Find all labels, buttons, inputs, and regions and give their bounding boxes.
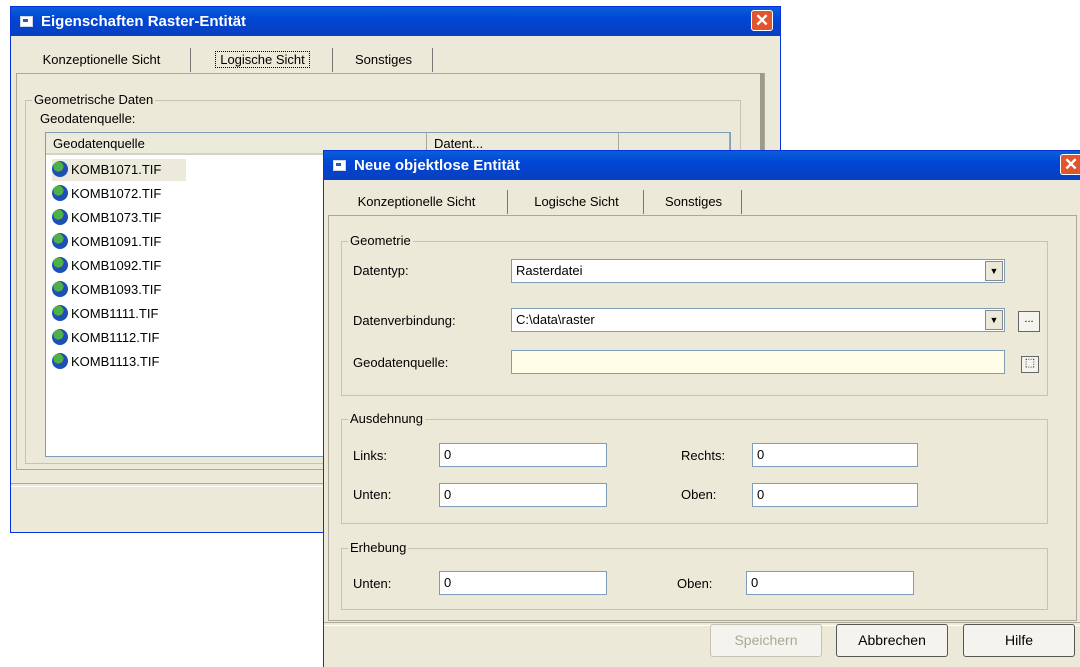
links-input[interactable]: 0 (439, 443, 607, 467)
geodatenquelle-label: Geodatenquelle: (40, 111, 136, 126)
globe-icon (52, 161, 68, 177)
list-item-label: KOMB1113.TIF (71, 354, 160, 369)
erhebung-oben-input[interactable]: 0 (746, 571, 914, 595)
datenverbindung-label: Datenverbindung: (353, 313, 456, 328)
list-item[interactable]: KOMB1073.TIF (52, 207, 161, 229)
list-item-label: KOMB1091.TIF (71, 234, 162, 249)
select-area-icon[interactable]: ⬚ (1021, 356, 1039, 373)
tab-logische-sicht[interactable]: Logische Sicht (510, 190, 644, 214)
erhebung-oben-label: Oben: (677, 576, 713, 591)
close-icon[interactable]: ✕ (751, 10, 773, 31)
oben-input[interactable]: 0 (752, 483, 918, 507)
list-item[interactable]: KOMB1072.TIF (52, 183, 161, 205)
datenverbindung-value: C:\data\raster (516, 312, 595, 327)
erhebung-legend: Erhebung (348, 540, 409, 555)
list-item-label: KOMB1093.TIF (71, 282, 162, 297)
list-item-label: KOMB1073.TIF (71, 210, 162, 225)
back-window-title: Eigenschaften Raster-Entität (41, 13, 247, 30)
list-item-label: KOMB1112.TIF (71, 330, 160, 345)
geometrische-daten-legend: Geometrische Daten (32, 92, 156, 107)
list-item[interactable]: KOMB1091.TIF (52, 231, 161, 253)
list-item[interactable]: KOMB1093.TIF (52, 279, 161, 301)
window-icon (20, 16, 33, 27)
browse-button[interactable]: ... (1018, 311, 1040, 332)
cancel-button[interactable]: Abbrechen (836, 624, 948, 657)
close-icon[interactable]: ✕ (1060, 154, 1080, 175)
datentyp-value: Rasterdatei (516, 263, 583, 278)
globe-icon (52, 353, 68, 369)
globe-icon (52, 185, 68, 201)
globe-icon (52, 281, 68, 297)
geodatenquelle-label: Geodatenquelle: (353, 355, 449, 370)
oben-label: Oben: (681, 487, 717, 502)
ausdehnung-group: Ausdehnung (341, 411, 1048, 524)
list-item[interactable]: KOMB1113.TIF (52, 351, 159, 373)
erhebung-unten-input[interactable]: 0 (439, 571, 607, 595)
list-item[interactable]: KOMB1071.TIF (52, 159, 186, 181)
globe-icon (52, 209, 68, 225)
window-icon (333, 160, 346, 171)
globe-icon (52, 305, 68, 321)
tab-konzeptionelle-sicht[interactable]: Konzeptionelle Sicht (13, 48, 191, 72)
save-button[interactable]: Speichern (710, 624, 822, 657)
geodatenquelle-input[interactable] (511, 350, 1005, 374)
chevron-down-icon[interactable]: ▼ (985, 261, 1003, 281)
datentyp-select[interactable]: Rasterdatei ▼ (511, 259, 1005, 283)
tab-logische-sicht-label: Logische Sicht (215, 51, 310, 68)
tab-konzeptionelle-sicht[interactable]: Konzeptionelle Sicht (326, 190, 508, 214)
list-item-label: KOMB1072.TIF (71, 186, 162, 201)
rechts-input[interactable]: 0 (752, 443, 918, 467)
list-item[interactable]: KOMB1112.TIF (52, 327, 159, 349)
geometrie-legend: Geometrie (348, 233, 413, 248)
tab-sonstiges[interactable]: Sonstiges (335, 48, 433, 72)
front-window-titlebar[interactable]: Neue objektlose Entität (324, 151, 1080, 180)
help-button[interactable]: Hilfe (963, 624, 1075, 657)
front-window: Neue objektlose Entität ✕ Konzeptionelle… (323, 150, 1080, 667)
unten-label: Unten: (353, 487, 392, 502)
back-window-titlebar[interactable]: Eigenschaften Raster-Entität (11, 7, 780, 36)
chevron-down-icon[interactable]: ▼ (985, 310, 1003, 330)
globe-icon (52, 233, 68, 249)
globe-icon (52, 329, 68, 345)
list-item-label: KOMB1071.TIF (71, 162, 162, 177)
list-item[interactable]: KOMB1111.TIF (52, 303, 158, 325)
datentyp-label: Datentyp: (353, 263, 409, 278)
erhebung-unten-label: Unten: (353, 576, 392, 591)
tab-logische-sicht[interactable]: Logische Sicht (193, 48, 333, 72)
list-item[interactable]: KOMB1092.TIF (52, 255, 161, 277)
rechts-label: Rechts: (681, 448, 726, 463)
tab-sonstiges[interactable]: Sonstiges (646, 190, 742, 214)
unten-input[interactable]: 0 (439, 483, 607, 507)
ausdehnung-legend: Ausdehnung (348, 411, 426, 426)
globe-icon (52, 257, 68, 273)
front-window-title: Neue objektlose Entität (354, 157, 520, 174)
list-item-label: KOMB1111.TIF (71, 306, 159, 321)
list-item-label: KOMB1092.TIF (71, 258, 162, 273)
datenverbindung-select[interactable]: C:\data\raster ▼ (511, 308, 1005, 332)
links-label: Links: (353, 448, 387, 463)
